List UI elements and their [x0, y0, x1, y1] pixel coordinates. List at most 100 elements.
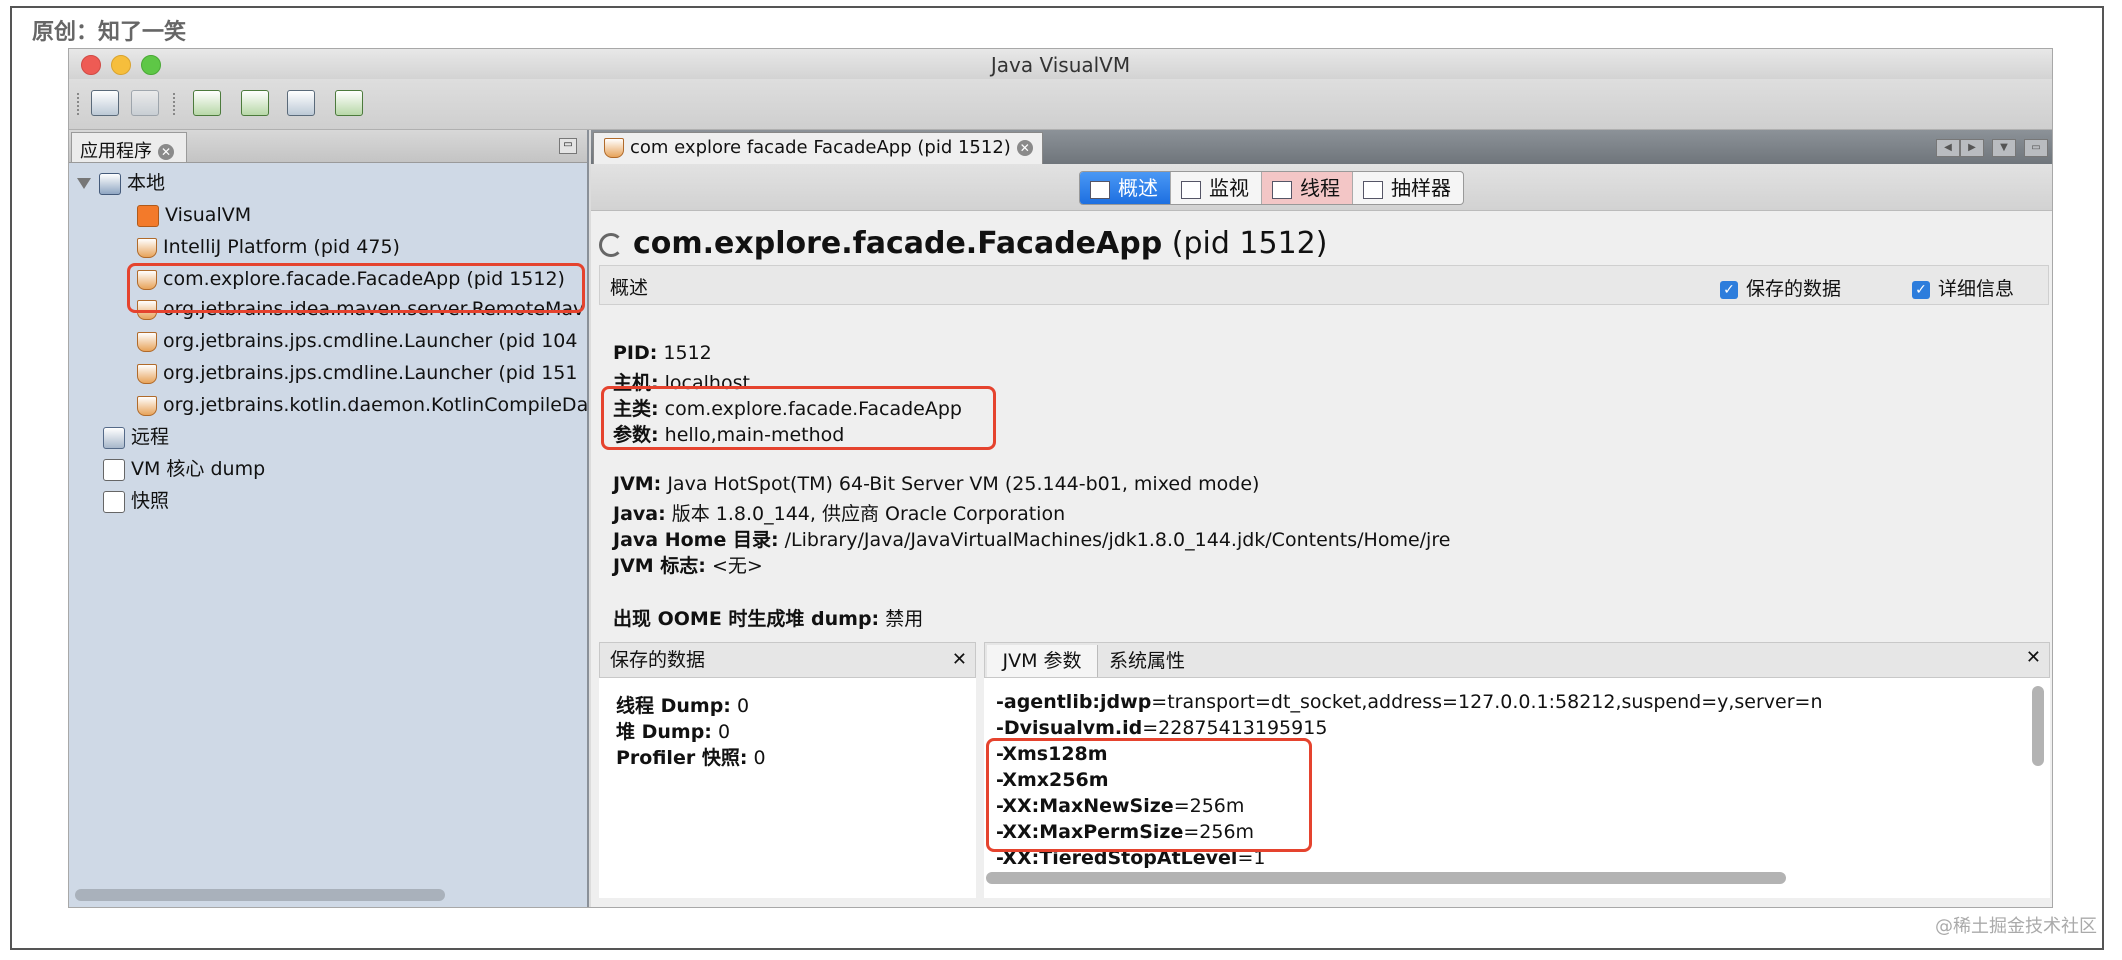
tree-item-intellij[interactable]: IntelliJ Platform (pid 475)	[137, 232, 587, 262]
java-app-icon	[137, 363, 157, 384]
open-application-icon[interactable]	[91, 90, 119, 116]
info-value: 版本 1.8.0_144, 供应商 Oracle Corporation	[671, 503, 1066, 525]
info-label: Java Home 目录:	[613, 529, 779, 551]
jvm-arg-value: =transport=dt_socket,address=127.0.0.1:5…	[1151, 691, 1823, 713]
maximize-window-icon[interactable]: ▭	[2024, 139, 2048, 157]
tab-applications-label: 应用程序	[80, 141, 152, 162]
tab-facadeapp-label: com explore facade FacadeApp (pid 1512)	[630, 137, 1011, 158]
tree-item-label: org.jetbrains.jps.cmdline.Launcher (pid …	[163, 330, 578, 352]
scroll-tabs-left-icon[interactable]: ◀	[1936, 139, 1960, 157]
monitor-chart-icon	[1181, 180, 1201, 199]
highlight-box-selected-app	[127, 263, 585, 313]
saved-label: Profiler 快照:	[616, 747, 748, 769]
java-app-icon	[604, 138, 624, 158]
details-checkbox[interactable]: ✓ 详细信息	[1912, 274, 2014, 301]
tree-item-jps-launcher-1[interactable]: org.jetbrains.jps.cmdline.Launcher (pid …	[137, 326, 587, 356]
tree-node-local[interactable]: 本地	[77, 168, 165, 198]
toolbar	[69, 79, 2052, 130]
saved-label: 堆 Dump:	[616, 721, 712, 743]
highlight-box-main-class-args	[601, 386, 996, 450]
page-title-name: com.explore.facade.FacadeApp	[633, 226, 1163, 261]
info-label: JVM:	[613, 473, 662, 495]
tree-item-label: org.jetbrains.jps.cmdline.Launcher (pid …	[163, 362, 578, 384]
visualvm-window: Java VisualVM 应用程序 ✕ ▭ 本地 VisualVM Intell…	[68, 48, 2053, 908]
saved-value: 0	[717, 721, 731, 743]
view-sampler-button[interactable]: 抽样器	[1353, 172, 1463, 204]
highlight-box-heap-args	[986, 738, 1312, 852]
tab-list-dropdown-icon[interactable]: ▼	[1992, 139, 2016, 157]
minimize-panel-icon[interactable]: ▭	[559, 138, 577, 154]
add-remote-host-icon[interactable]	[335, 90, 363, 116]
tab-system-properties[interactable]: 系统属性	[1109, 645, 1185, 677]
close-icon[interactable]: ✕	[1016, 140, 1033, 156]
views-bar: 概述 监视 线程 抽样器	[591, 164, 2052, 211]
saved-value: 0	[753, 747, 766, 769]
saved-label: 线程 Dump:	[616, 695, 731, 717]
add-coredump-icon[interactable]	[241, 90, 269, 116]
horizontal-scrollbar[interactable]	[986, 872, 1786, 884]
java-app-icon	[137, 331, 157, 352]
remote-host-icon	[103, 426, 125, 449]
jvm-args-content: -agentlib:jdwp=transport=dt_socket,addre…	[984, 678, 2050, 898]
saved-thread-dump: 线程 Dump: 0	[616, 691, 749, 718]
tree-node-core-dump-label: VM 核心 dump	[131, 458, 266, 480]
info-value: /Library/Java/JavaVirtualMachines/jdk1.8…	[784, 529, 1451, 551]
view-sampler-label: 抽样器	[1391, 176, 1451, 200]
saved-profiler: Profiler 快照: 0	[616, 743, 766, 770]
tree-item-label: org.jetbrains.kotlin.daemon.KotlinCompil…	[163, 394, 587, 416]
saved-heap-dump: 堆 Dump: 0	[616, 717, 730, 744]
vertical-scrollbar[interactable]	[2032, 686, 2044, 766]
tree-node-snapshots-label: 快照	[131, 490, 170, 512]
saved-data-pane-header: 保存的数据 ✕	[599, 642, 976, 678]
watermark-text: @稀土掘金技术社区	[1935, 916, 2097, 937]
tree-node-core-dump[interactable]: VM 核心 dump	[103, 454, 265, 484]
checkmark-icon: ✓	[1912, 280, 1930, 299]
view-threads-button[interactable]: 线程	[1262, 172, 1353, 204]
saved-value: 0	[736, 695, 750, 717]
tree-item-kotlin-daemon[interactable]: org.jetbrains.kotlin.daemon.KotlinCompil…	[137, 390, 587, 420]
view-overview-button[interactable]: 概述	[1080, 172, 1171, 204]
close-icon[interactable]: ✕	[158, 144, 174, 160]
add-jmx-connection-icon[interactable]	[193, 90, 221, 116]
overview-section-header: 概述 ✓ 保存的数据 ✓ 详细信息	[599, 265, 2049, 305]
saved-data-pane-title: 保存的数据	[610, 649, 706, 671]
expand-triangle-icon[interactable]	[77, 178, 91, 189]
scroll-tabs-right-icon[interactable]: ▶	[1960, 139, 1984, 157]
info-value: <无>	[711, 555, 763, 577]
saved-data-checkbox[interactable]: ✓ 保存的数据	[1720, 274, 1841, 301]
jvm-pane-header: JVM 参数 系统属性 ✕	[984, 642, 2050, 678]
info-jvm-flags: JVM 标志: <无>	[613, 551, 763, 578]
jvm-arg-line: -Dvisualvm.id=22875413195915	[996, 717, 1327, 739]
details-checkbox-label: 详细信息	[1938, 278, 2015, 300]
tab-facadeapp[interactable]: com explore facade FacadeApp (pid 1512) ✕	[593, 132, 1043, 164]
tree-item-jps-launcher-2[interactable]: org.jetbrains.jps.cmdline.Launcher (pid …	[137, 358, 587, 388]
sampler-icon	[1363, 180, 1383, 199]
saved-data-checkbox-label: 保存的数据	[1746, 278, 1842, 300]
horizontal-scrollbar[interactable]	[75, 889, 445, 901]
tab-jvm-args[interactable]: JVM 参数	[987, 645, 1098, 677]
info-value: 1512	[663, 342, 712, 364]
close-icon[interactable]: ✕	[952, 643, 967, 677]
info-oome: 出现 OOME 时生成堆 dump: 禁用	[613, 604, 923, 631]
jvm-arg-name: -agentlib:jdwp	[996, 691, 1152, 713]
tree-item-visualvm[interactable]: VisualVM	[137, 200, 587, 230]
java-app-icon	[137, 395, 157, 416]
jvm-arg-line: -agentlib:jdwp=transport=dt_socket,addre…	[996, 691, 1823, 713]
applications-panel: 应用程序 ✕ ▭ 本地 VisualVM IntelliJ Platform (p…	[69, 130, 589, 907]
java-app-icon	[137, 237, 157, 258]
view-threads-label: 线程	[1300, 176, 1340, 200]
tree-node-remote[interactable]: 远程	[103, 422, 169, 452]
window-title: Java VisualVM	[990, 53, 1131, 77]
page-title: com.explore.facade.FacadeApp (pid 1512)	[599, 226, 1327, 261]
tree-node-snapshots[interactable]: 快照	[103, 486, 169, 516]
info-java: Java: 版本 1.8.0_144, 供应商 Oracle Corporati…	[613, 499, 1065, 526]
overview-section-label: 概述	[610, 277, 649, 299]
info-java-home: Java Home 目录: /Library/Java/JavaVirtualM…	[613, 525, 1450, 552]
tab-applications[interactable]: 应用程序 ✕	[71, 132, 187, 162]
view-monitor-button[interactable]: 监视	[1171, 172, 1262, 204]
close-icon[interactable]: ✕	[2026, 647, 2041, 668]
tree-item-label: IntelliJ Platform (pid 475)	[163, 236, 400, 258]
add-snapshot-icon[interactable]	[287, 90, 315, 116]
save-icon[interactable]	[131, 90, 159, 116]
applications-tab-bar: 应用程序 ✕ ▭	[69, 130, 587, 163]
